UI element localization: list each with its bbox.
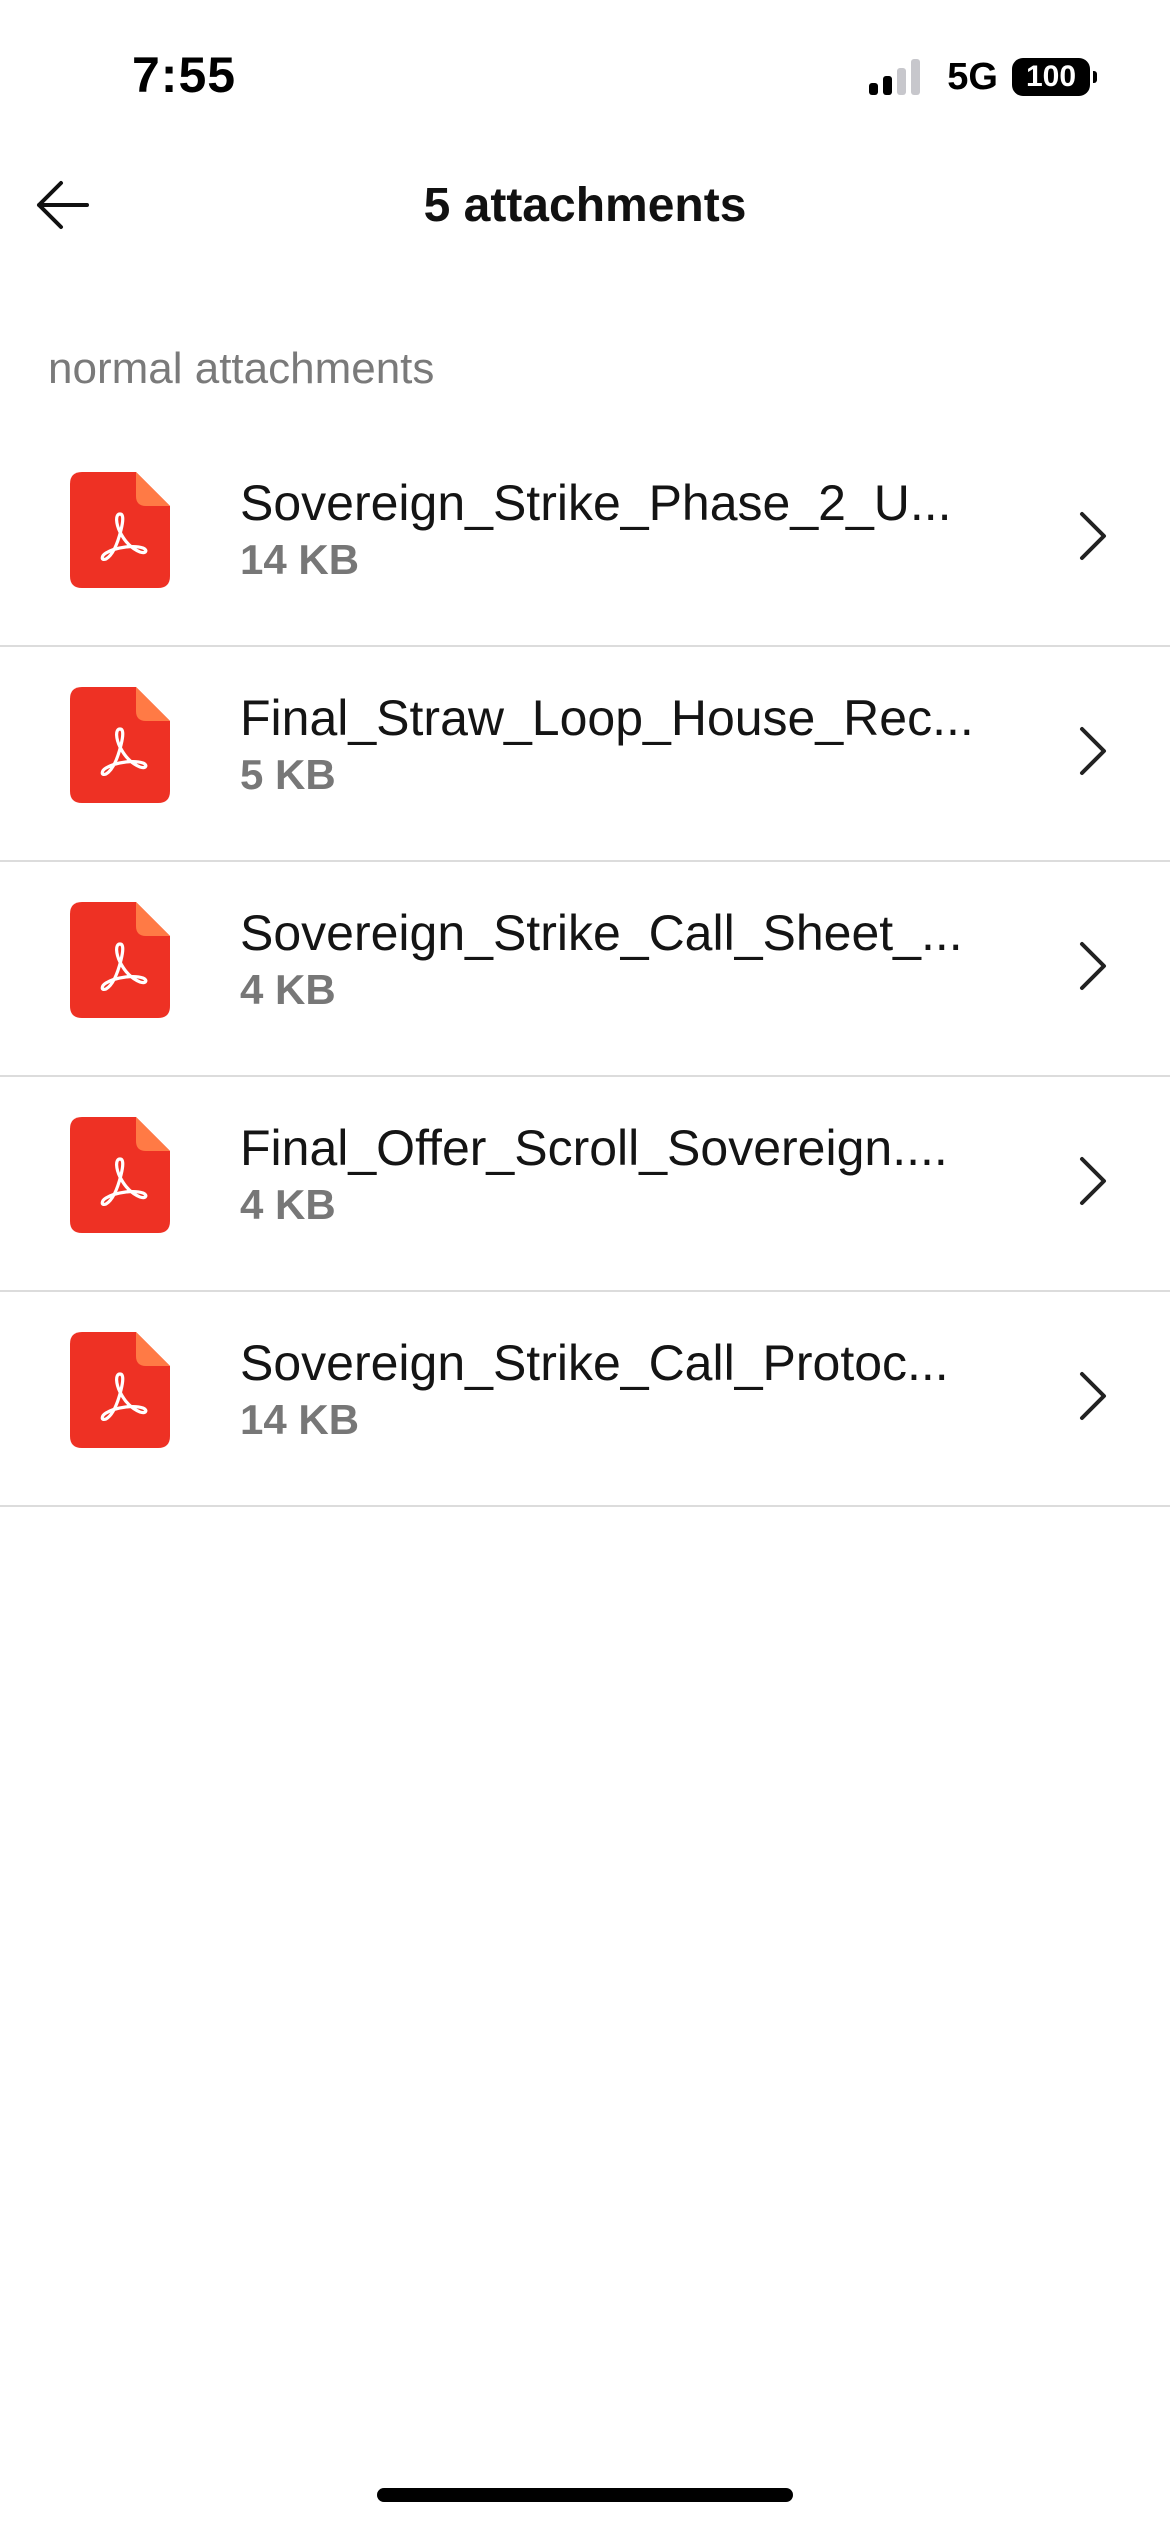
attachment-item[interactable]: Sovereign_Strike_Call_Protoc... 14 KB	[0, 1292, 1170, 1507]
chevron-right-icon	[1080, 942, 1106, 990]
pdf-file-icon	[70, 1117, 170, 1233]
battery-icon: 100	[1012, 58, 1097, 96]
status-time: 7:55	[132, 47, 237, 103]
chevron-right-icon	[1080, 1157, 1106, 1205]
pdf-file-icon	[70, 1332, 170, 1448]
pdf-file-icon	[70, 687, 170, 803]
attachment-size: 4 KB	[240, 966, 336, 1013]
battery-level: 100	[1025, 60, 1077, 93]
attachment-list: Sovereign_Strike_Phase_2_U... 14 KB Fina…	[0, 432, 1170, 1507]
attachment-item[interactable]: Final_Offer_Scroll_Sovereign.... 4 KB	[0, 1077, 1170, 1292]
chevron-right-icon	[1080, 1372, 1106, 1420]
attachment-name: Sovereign_Strike_Phase_2_U...	[240, 475, 952, 531]
attachment-item[interactable]: Sovereign_Strike_Phase_2_U... 14 KB	[0, 432, 1170, 647]
page-title: 5 attachments	[423, 179, 747, 232]
attachment-size: 14 KB	[240, 536, 360, 583]
network-type: 5G	[947, 55, 998, 98]
chevron-right-icon	[1080, 512, 1106, 560]
attachment-item[interactable]: Final_Straw_Loop_House_Rec... 5 KB	[0, 647, 1170, 862]
attachment-size: 14 KB	[240, 1396, 360, 1443]
attachment-item[interactable]: Sovereign_Strike_Call_Sheet_... 4 KB	[0, 862, 1170, 1077]
attachment-name: Sovereign_Strike_Call_Sheet_...	[240, 905, 963, 961]
attachment-name: Sovereign_Strike_Call_Protoc...	[240, 1335, 949, 1391]
nav-header: 5 attachments	[0, 150, 1170, 260]
attachment-size: 4 KB	[240, 1181, 336, 1228]
pdf-file-icon	[70, 472, 170, 588]
home-indicator[interactable]	[377, 2488, 793, 2502]
pdf-file-icon	[70, 902, 170, 1018]
attachment-name: Final_Straw_Loop_House_Rec...	[240, 690, 974, 746]
status-bar: 7:55 5G 100	[0, 0, 1170, 150]
attachment-size: 5 KB	[240, 751, 336, 798]
chevron-right-icon	[1080, 727, 1106, 775]
attachment-name: Final_Offer_Scroll_Sovereign....	[240, 1120, 948, 1176]
section-header: normal attachments	[48, 344, 435, 393]
status-indicators: 5G 100	[869, 55, 1097, 98]
cellular-signal-icon	[869, 59, 925, 95]
